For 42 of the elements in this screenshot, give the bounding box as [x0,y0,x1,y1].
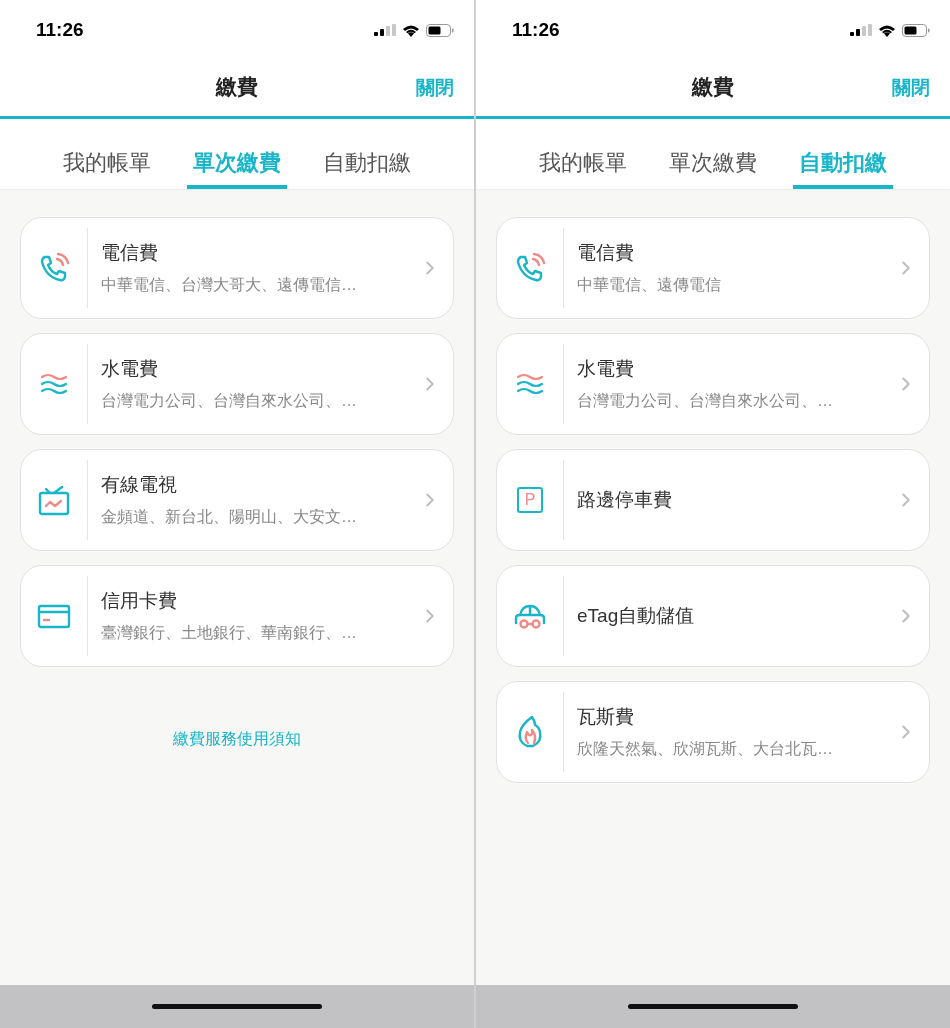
service-title: 電信費 [101,240,159,265]
tab[interactable]: 我的帳單 [57,119,157,189]
service-card[interactable]: eTag自動儲值 [496,565,930,667]
signal-icon [850,24,872,36]
service-subtitle: 中華電信、遠傳電信 [577,275,722,296]
service-subtitle: 台灣電力公司、台灣自來水公司、… [577,391,834,412]
wifi-icon [878,23,896,37]
home-indicator[interactable] [152,1004,322,1009]
service-subtitle: 欣隆天然氣、欣湖瓦斯、大台北瓦… [577,739,834,760]
screen-title: 繳費 [692,74,734,101]
battery-icon [902,23,930,37]
battery-icon [426,23,454,37]
service-subtitle: 臺灣銀行、土地銀行、華南銀行、… [101,623,358,644]
service-card[interactable]: 瓦斯費 欣隆天然氣、欣湖瓦斯、大台北瓦… [496,681,930,783]
service-subtitle: 中華電信、台灣大哥大、遠傳電信… [101,275,358,296]
tab[interactable]: 自動扣繳 [317,119,417,189]
service-card[interactable]: 水電費 台灣電力公司、台灣自來水公司、… [496,333,930,435]
service-title: 電信費 [577,240,635,265]
service-title: 水電費 [101,356,159,381]
wifi-icon [402,23,420,37]
tab[interactable]: 我的帳單 [533,119,633,189]
service-card[interactable]: P 路邊停車費 [496,449,930,551]
service-subtitle: 金頻道、新台北、陽明山、大安文… [101,507,358,528]
service-card[interactable]: 電信費 中華電信、台灣大哥大、遠傳電信… [20,217,454,319]
service-subtitle: 台灣電力公司、台灣自來水公司、… [101,391,358,412]
service-card[interactable]: 水電費 台灣電力公司、台灣自來水公司、… [20,333,454,435]
service-card[interactable]: 有線電視 金頻道、新台北、陽明山、大安文… [20,449,454,551]
service-title: 瓦斯費 [577,704,635,729]
service-title: 信用卡費 [101,588,178,613]
signal-icon [374,24,396,36]
status-time: 11:26 [512,17,560,42]
service-card[interactable]: 電信費 中華電信、遠傳電信 [496,217,930,319]
home-indicator[interactable] [628,1004,798,1009]
parking-icon: P [517,487,543,513]
service-title: eTag自動儲值 [577,603,696,628]
tab[interactable]: 單次繳費 [663,119,763,189]
screen-title: 繳費 [216,74,258,101]
status-time: 11:26 [36,17,84,42]
service-title: 路邊停車費 [577,487,673,512]
service-title: 水電費 [577,356,635,381]
service-card[interactable]: 信用卡費 臺灣銀行、土地銀行、華南銀行、… [20,565,454,667]
service-title: 有線電視 [101,472,178,497]
